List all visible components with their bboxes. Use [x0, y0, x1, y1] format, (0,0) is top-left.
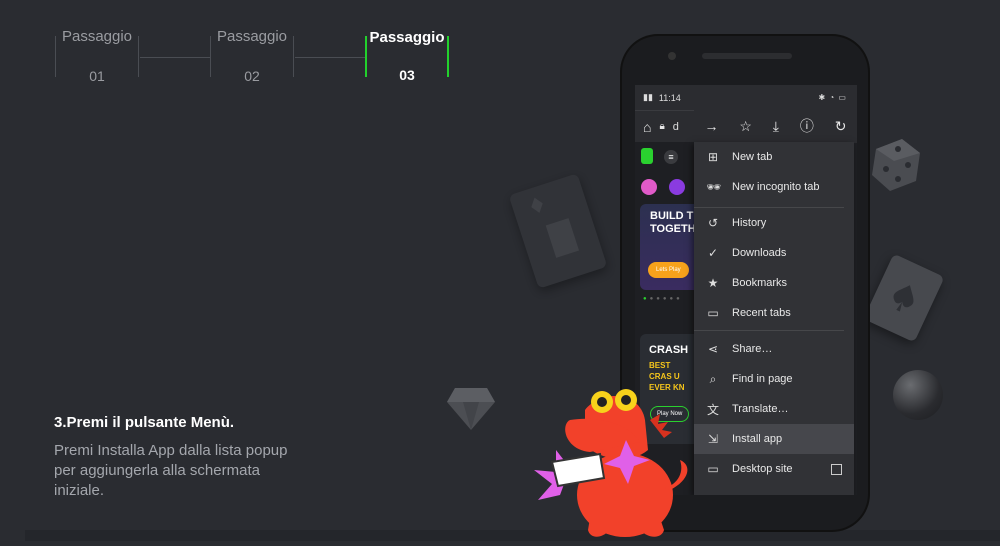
bookmark-star-icon: ★ — [707, 276, 719, 290]
step-connector — [295, 57, 365, 58]
ball-decoration — [893, 370, 943, 420]
signal-icon: ▮▮ — [643, 92, 653, 102]
menu-item-label: New tab — [732, 151, 773, 163]
url-text[interactable]: d — [673, 121, 679, 133]
translate-icon: 文 — [706, 402, 719, 417]
menu-item-downloads[interactable]: ✓ Downloads — [694, 238, 854, 268]
lets-play-button[interactable]: Lets Play — [648, 262, 689, 278]
menu-item-translate[interactable]: 文 Translate… — [694, 394, 854, 424]
crash-title: CRASH — [649, 344, 689, 356]
step-2[interactable]: Passaggio 02 — [210, 28, 294, 85]
menu-item-label: Downloads — [732, 247, 787, 259]
menu-item-label: Recent tabs — [732, 307, 791, 319]
site-logo — [641, 148, 653, 164]
share-icon: ⋖ — [707, 342, 719, 356]
menu-separator — [694, 330, 844, 331]
refresh-icon[interactable]: ↻ — [835, 119, 847, 133]
camera — [668, 52, 676, 60]
menu-item-share[interactable]: ⋖ Share… — [694, 334, 854, 364]
recent-tabs-icon: ▭ — [707, 306, 719, 320]
bottom-band — [25, 530, 1000, 541]
menu-item-bookmarks[interactable]: ★ Bookmarks — [694, 268, 854, 298]
browser-menu: ⊞ New tab 🕶︎ New incognito tab ↺ History ✓ D… — [694, 142, 854, 495]
browser-toolbar: → ☆ ⤓ ⓘ ↻ — [694, 110, 857, 142]
lock-icon: 🔒︎ — [659, 121, 665, 132]
step-connector — [140, 57, 210, 58]
playing-card-decoration — [863, 253, 945, 343]
menu-item-label: Translate… — [732, 403, 789, 415]
instruction-heading: 3.Premi il pulsante Menù. — [54, 414, 235, 431]
install-app-icon: ⇲ — [707, 432, 719, 446]
find-icon: ⌕ — [709, 371, 717, 386]
history-icon: ↺ — [707, 216, 719, 230]
playing-card-decoration — [508, 173, 608, 289]
instruction-text: Premi Installa App dalla lista popup per… — [54, 442, 288, 499]
menu-item-new-tab[interactable]: ⊞ New tab — [694, 142, 854, 172]
menu-item-recent-tabs[interactable]: ▭ Recent tabs — [694, 298, 854, 328]
step-number: 02 — [211, 67, 293, 85]
promo-banner[interactable]: BUILD TI TOGETH Lets Play — [640, 204, 700, 290]
info-icon[interactable]: ⓘ — [800, 119, 814, 133]
status-bar: ▮▮ 11:14 ✱ ◔ ▭ — [635, 85, 857, 110]
menu-item-label: Share… — [732, 343, 773, 355]
menu-item-history[interactable]: ↺ History — [694, 208, 854, 238]
menu-item-label: Bookmarks — [732, 277, 788, 289]
step-title: Passaggio — [56, 28, 138, 46]
step-title: Passaggio — [211, 28, 293, 46]
menu-item-label: History — [732, 217, 767, 229]
game-icon[interactable] — [641, 179, 657, 195]
incognito-icon: 🕶︎ — [706, 180, 722, 194]
speaker — [702, 53, 792, 59]
menu-item-label: Install app — [732, 433, 783, 445]
forward-icon[interactable]: → — [704, 119, 718, 133]
menu-item-find-in-page[interactable]: ⌕ Find in page — [694, 364, 854, 394]
menu-item-desktop-site[interactable]: ▭ Desktop site — [694, 454, 854, 484]
dice-decoration — [868, 135, 924, 198]
menu-item-new-incognito-tab[interactable]: 🕶︎ New incognito tab — [694, 172, 854, 202]
step-1[interactable]: Passaggio 01 — [55, 28, 139, 85]
plus-box-icon: ⊞ — [707, 150, 719, 164]
status-time: 11:14 — [658, 92, 681, 103]
menu-item-install-app[interactable]: ⇲ Install app — [694, 424, 854, 454]
dino-mascot — [530, 380, 695, 546]
game-icon[interactable] — [669, 179, 685, 195]
home-icon[interactable]: ⌂ — [643, 120, 651, 134]
desktop-icon: ▭ — [707, 462, 719, 476]
menu-icon[interactable]: ≡ — [664, 150, 678, 164]
step-3[interactable]: Passaggio 03 — [365, 29, 449, 84]
menu-item-label: Desktop site — [732, 463, 793, 475]
menu-item-label: Find in page — [732, 373, 793, 385]
menu-item-label: New incognito tab — [732, 181, 820, 193]
downloads-icon: ✓ — [707, 246, 719, 260]
status-icons: ✱ ◔ ▭ — [818, 93, 847, 102]
carousel-dots: ●●●●●● — [643, 296, 683, 302]
step-number: 03 — [367, 66, 447, 84]
step-title: Passaggio — [367, 29, 447, 47]
step-number: 01 — [56, 67, 138, 85]
banner-title: BUILD TI TOGETH — [650, 210, 697, 235]
download-icon[interactable]: ⤓ — [773, 119, 779, 133]
desktop-site-checkbox[interactable] — [831, 463, 842, 475]
diamond-decoration — [445, 384, 497, 437]
star-icon[interactable]: ☆ — [739, 119, 752, 133]
